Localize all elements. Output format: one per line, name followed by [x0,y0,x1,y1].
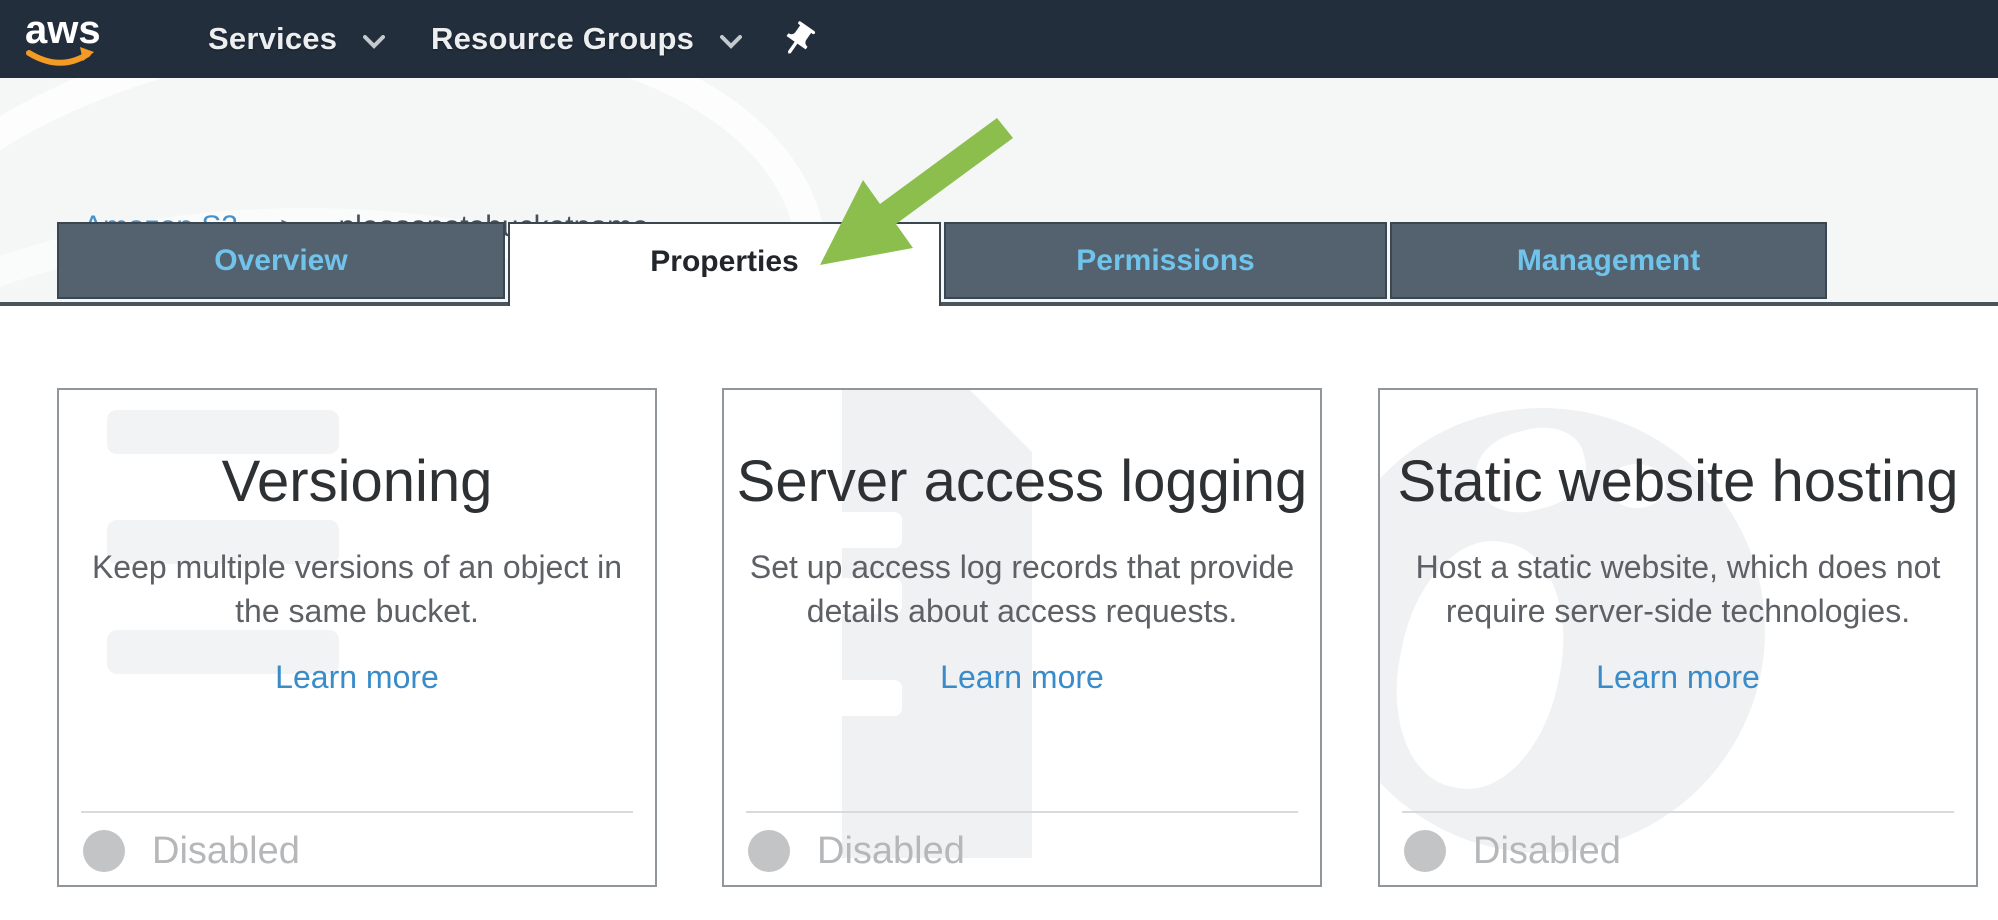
learn-more-link[interactable]: Learn more [1596,659,1760,696]
server-access-logging-card: Server access logging Set up access log … [722,388,1322,887]
card-description-line: details about access requests. [724,589,1320,633]
status-dot-icon [1404,830,1446,872]
card-divider [81,811,633,813]
status-dot-icon [748,830,790,872]
chevron-down-icon [720,35,742,49]
card-description-line: the same bucket. [59,589,655,633]
card-title: Versioning [59,448,655,515]
card-description-line: Host a static website, which does not [1380,545,1976,589]
card-description-line: Keep multiple versions of an object in [59,545,655,589]
card-status: Disabled [83,823,300,879]
s3-console-page: aws Services Resource Groups Amazon [0,0,1998,920]
status-dot-icon [83,830,125,872]
tab-bar-baseline [0,302,1998,306]
card-divider [746,811,1298,813]
top-nav-bar: aws Services Resource Groups [0,0,1998,78]
nav-resource-groups-label: Resource Groups [431,21,694,57]
tab-permissions[interactable]: Permissions [944,222,1387,299]
learn-more-link[interactable]: Learn more [275,659,439,696]
card-description: Set up access log records that provide d… [724,545,1320,633]
status-label: Disabled [1473,830,1621,873]
learn-more-link[interactable]: Learn more [940,659,1104,696]
card-divider [1402,811,1954,813]
card-description-line: Set up access log records that provide [724,545,1320,589]
card-status: Disabled [1404,823,1621,879]
tab-management[interactable]: Management [1390,222,1827,299]
pushpin-icon[interactable] [778,20,818,60]
chevron-down-icon [363,35,385,49]
aws-smile-icon [29,53,88,63]
card-description: Keep multiple versions of an object in t… [59,545,655,633]
status-label: Disabled [817,830,965,873]
nav-resource-groups-menu[interactable]: Resource Groups [431,0,742,78]
card-description-line: require server-side technologies. [1380,589,1976,633]
tab-overview[interactable]: Overview [57,222,505,299]
static-website-hosting-card: Static website hosting Host a static web… [1378,388,1978,887]
aws-logo-icon[interactable]: aws [22,7,106,71]
nav-services-menu[interactable]: Services [208,0,385,78]
nav-services-label: Services [208,21,337,57]
card-title: Static website hosting [1380,448,1976,515]
status-label: Disabled [152,830,300,873]
card-description: Host a static website, which does not re… [1380,545,1976,633]
aws-logo-text: aws [25,8,101,52]
tab-properties[interactable]: Properties [508,222,941,306]
card-title: Server access logging [724,448,1320,515]
card-status: Disabled [748,823,965,879]
versioning-card: Versioning Keep multiple versions of an … [57,388,657,887]
